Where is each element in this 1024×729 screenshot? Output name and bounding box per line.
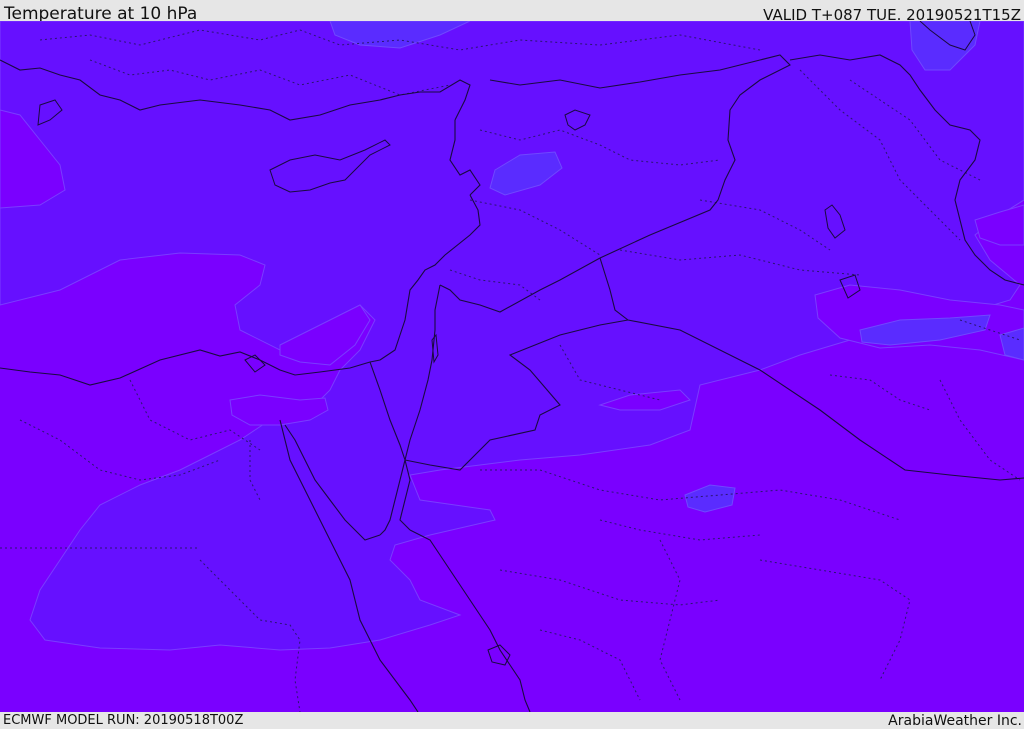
temperature-map bbox=[0, 21, 1024, 712]
weather-map-frame: Temperature at 10 hPa VALID T+087 TUE. 2… bbox=[0, 0, 1024, 729]
credit-label: ArabiaWeather Inc. bbox=[888, 713, 1022, 729]
map-canvas[interactable] bbox=[0, 21, 1024, 712]
model-run-label: ECMWF MODEL RUN: 20190518T00Z bbox=[3, 713, 244, 728]
map-header: Temperature at 10 hPa VALID T+087 TUE. 2… bbox=[0, 0, 1024, 24]
map-footer: ECMWF MODEL RUN: 20190518T00Z ArabiaWeat… bbox=[0, 712, 1024, 729]
